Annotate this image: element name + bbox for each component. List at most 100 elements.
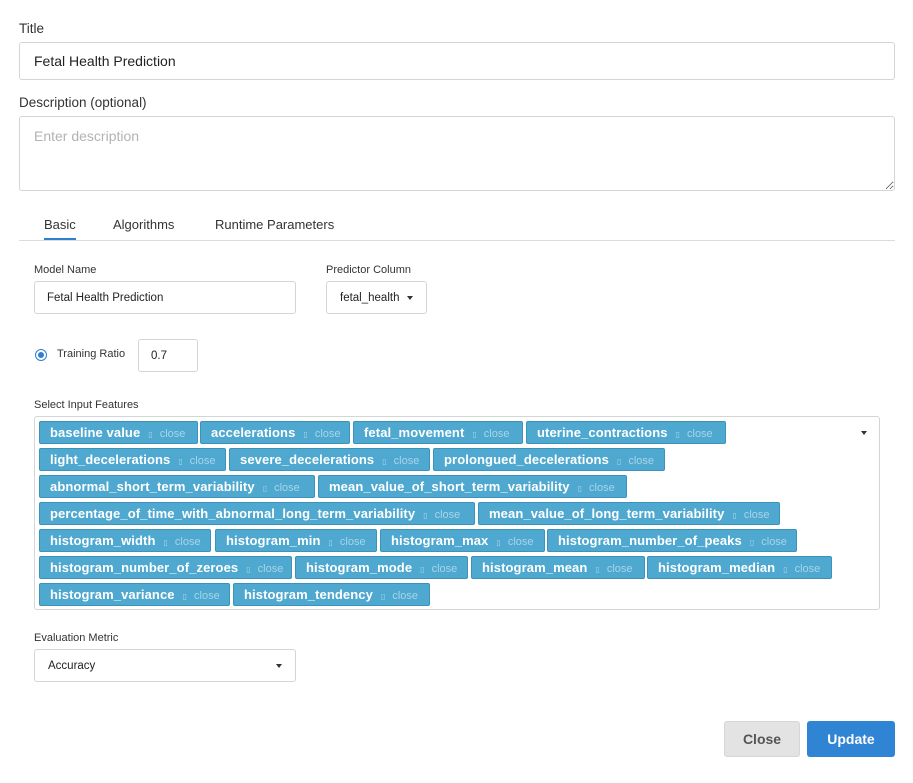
- feature-tag-remove-button[interactable]: ▯ close: [496, 536, 533, 548]
- training-ratio-label: Training Ratio: [57, 348, 126, 360]
- feature-tag-close-text: close: [159, 428, 186, 440]
- title-label: Title: [19, 21, 45, 36]
- feature-tag-remove-button[interactable]: ▯ close: [420, 563, 457, 575]
- feature-tag-label: baseline value: [50, 425, 141, 440]
- feature-tag-close-text: close: [687, 428, 713, 440]
- predictor-column-dropdown[interactable]: fetal_health: [326, 281, 427, 314]
- feature-tag-remove-button[interactable]: ▯ close: [750, 536, 787, 548]
- close-icon: ▯: [577, 483, 583, 493]
- update-button[interactable]: Update: [807, 721, 895, 757]
- training-ratio-radio[interactable]: [35, 349, 47, 361]
- model-name-label: Model Name: [34, 264, 97, 276]
- feature-tag-close-text: close: [194, 590, 220, 602]
- feature-tag-label: severe_decelerations: [240, 452, 375, 467]
- close-icon: ▯: [148, 429, 153, 439]
- feature-tag-close-text: close: [314, 428, 341, 440]
- feature-tag-label: percentage_of_time_with_abnormal_long_te…: [50, 506, 416, 521]
- predictor-column-label: Predictor Column: [326, 264, 411, 276]
- close-button[interactable]: Close: [724, 721, 800, 757]
- feature-tag-close-text: close: [392, 590, 419, 602]
- close-icon: ▯: [380, 591, 386, 601]
- feature-tag-close-text: close: [794, 563, 821, 575]
- feature-tag-label: histogram_variance: [50, 587, 175, 602]
- feature-tag: histogram_mean ▯ close: [471, 556, 645, 579]
- feature-tag-label: uterine_contractions: [537, 425, 668, 440]
- feature-tag-label: mean_value_of_short_term_variability: [329, 479, 570, 494]
- feature-tag-remove-button[interactable]: ▯ close: [178, 455, 215, 467]
- feature-tag: mean_value_of_long_term_variability ▯ clos…: [478, 502, 780, 525]
- close-icon: ▯: [163, 537, 168, 547]
- feature-tag-remove-button[interactable]: ▯ close: [472, 428, 509, 440]
- feature-tag-label: light_decelerations: [50, 452, 171, 467]
- feature-tag-label: accelerations: [211, 425, 296, 440]
- feature-tag-close-text: close: [761, 536, 787, 548]
- feature-tag-remove-button[interactable]: ▯ close: [423, 509, 460, 521]
- feature-tag-close-text: close: [339, 536, 366, 548]
- feature-tag: accelerations ▯ close: [200, 421, 350, 444]
- close-icon: ▯: [328, 537, 333, 547]
- feature-tag-remove-button[interactable]: ▯ close: [595, 563, 632, 575]
- feature-tag-remove-button[interactable]: ▯ close: [783, 563, 820, 575]
- title-input[interactable]: [19, 42, 895, 80]
- tab-bar: Basic Algorithms Runtime Parameters: [19, 210, 895, 241]
- feature-tag-remove-button[interactable]: ▯ close: [303, 428, 340, 440]
- caret-down-icon[interactable]: [861, 431, 867, 435]
- training-ratio-input[interactable]: [138, 339, 198, 372]
- feature-tag-label: prolongued_decelerations: [444, 452, 609, 467]
- description-textarea[interactable]: [19, 116, 895, 191]
- close-icon: ▯: [675, 429, 680, 439]
- feature-tag: baseline value ▯ close: [39, 421, 198, 444]
- feature-tag: histogram_mode ▯ close: [295, 556, 468, 579]
- feature-tag-label: histogram_mean: [482, 560, 588, 575]
- close-icon: ▯: [732, 510, 737, 520]
- feature-tag-remove-button[interactable]: ▯ close: [246, 563, 283, 575]
- evaluation-metric-value: Accuracy: [48, 659, 96, 672]
- close-icon: ▯: [749, 537, 755, 547]
- tab-basic[interactable]: Basic: [44, 217, 76, 240]
- feature-tag: severe_decelerations ▯ close: [229, 448, 430, 471]
- close-icon: ▯: [178, 456, 183, 466]
- tab-runtime-parameters[interactable]: Runtime Parameters: [215, 217, 334, 232]
- close-icon: ▯: [783, 564, 788, 574]
- feature-tag: histogram_number_of_peaks ▯ close: [547, 529, 797, 552]
- tab-algorithms[interactable]: Algorithms: [113, 217, 174, 232]
- feature-tag-close-text: close: [434, 509, 461, 521]
- feature-tag-remove-button[interactable]: ▯ close: [578, 482, 615, 494]
- feature-tag-label: histogram_max: [391, 533, 489, 548]
- feature-tag-close-text: close: [274, 482, 300, 494]
- feature-tag-close-text: close: [189, 455, 216, 467]
- feature-tag-remove-button[interactable]: ▯ close: [382, 455, 419, 467]
- feature-tag-close-text: close: [393, 455, 420, 467]
- feature-tag-remove-button[interactable]: ▯ close: [183, 590, 220, 602]
- feature-tag-remove-button[interactable]: ▯ close: [263, 482, 300, 494]
- evaluation-metric-dropdown[interactable]: Accuracy: [34, 649, 296, 682]
- feature-tag: histogram_max ▯ close: [380, 529, 545, 552]
- feature-tag-remove-button[interactable]: ▯ close: [148, 428, 185, 440]
- close-icon: ▯: [382, 456, 387, 466]
- feature-tag-close-text: close: [743, 509, 770, 521]
- feature-tag-label: fetal_movement: [364, 425, 465, 440]
- feature-tag-remove-button[interactable]: ▯ close: [328, 536, 365, 548]
- feature-tag-label: abnormal_short_term_variability: [50, 479, 255, 494]
- feature-tag: abnormal_short_term_variability ▯ close: [39, 475, 315, 498]
- radio-selected-dot: [38, 352, 44, 358]
- feature-tag: percentage_of_time_with_abnormal_long_te…: [39, 502, 475, 525]
- close-icon: ▯: [496, 537, 501, 547]
- feature-tag-close-text: close: [589, 482, 615, 494]
- close-icon: ▯: [595, 564, 600, 574]
- evaluation-metric-label: Evaluation Metric: [34, 632, 119, 644]
- close-icon: ▯: [420, 564, 425, 574]
- close-icon: ▯: [472, 429, 477, 439]
- feature-tag-remove-button[interactable]: ▯ close: [164, 536, 201, 548]
- feature-tag: prolongued_decelerations ▯ close: [433, 448, 665, 471]
- feature-tag-remove-button[interactable]: ▯ close: [732, 509, 769, 521]
- model-name-input[interactable]: [34, 281, 296, 314]
- feature-tag-close-text: close: [174, 536, 201, 548]
- feature-tag-remove-button[interactable]: ▯ close: [676, 428, 713, 440]
- feature-tag-remove-button[interactable]: ▯ close: [381, 590, 418, 602]
- feature-tag-label: histogram_tendency: [244, 587, 373, 602]
- feature-tag-remove-button[interactable]: ▯ close: [617, 455, 654, 467]
- feature-tag: light_decelerations ▯ close: [39, 448, 226, 471]
- close-icon: ▯: [262, 483, 268, 493]
- feature-tag-label: histogram_min: [226, 533, 321, 548]
